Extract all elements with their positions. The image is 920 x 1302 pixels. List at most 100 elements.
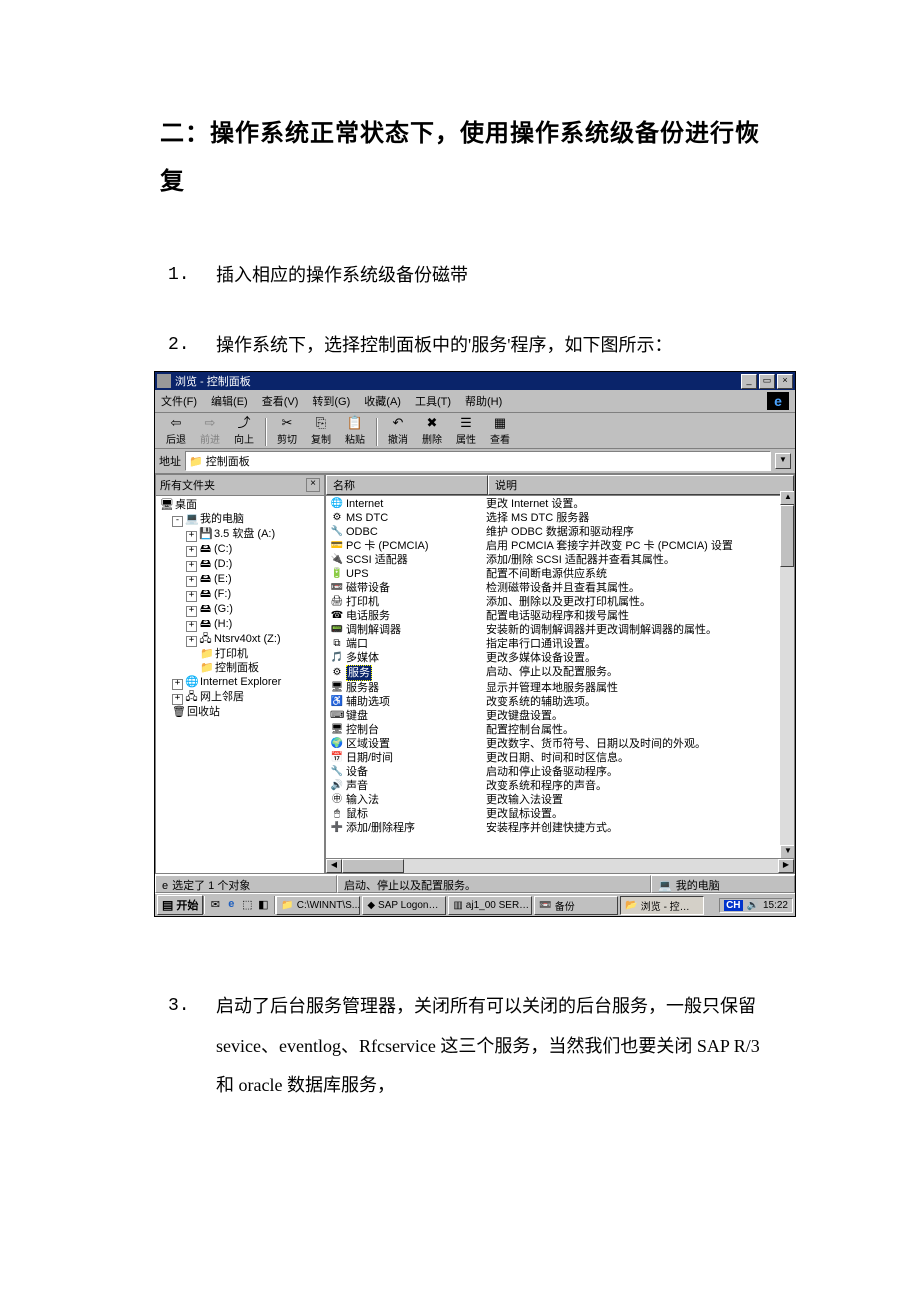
tree-node[interactable]: +🖴(G:) <box>158 602 322 617</box>
views-button[interactable]: ▦查看 <box>483 415 517 446</box>
list-item[interactable]: 🔧ODBC维护 ODBC 数据源和驱动程序 <box>326 525 794 539</box>
list-item[interactable]: 🌐Internet更改 Internet 设置。 <box>326 497 794 511</box>
up-button[interactable]: ⤴向上 <box>227 415 261 446</box>
ime-indicator[interactable]: CH <box>724 900 742 911</box>
tree-node[interactable]: 📁打印机 <box>158 647 322 661</box>
scroll-thumb[interactable] <box>342 859 404 873</box>
list-item[interactable]: ⧉端口指定串行口通讯设置。 <box>326 637 794 651</box>
tree-node[interactable]: +🖴(D:) <box>158 557 322 572</box>
menu-tools[interactable]: 工具(T) <box>415 393 451 409</box>
list-item[interactable]: ☎电话服务配置电话驱动程序和拨号属性 <box>326 609 794 623</box>
menu-file[interactable]: 文件(F) <box>161 393 197 409</box>
list-item[interactable]: 🎵多媒体更改多媒体设备设置。 <box>326 651 794 665</box>
menu-fav[interactable]: 收藏(A) <box>364 393 401 409</box>
list-item[interactable]: ➕添加/删除程序安装程序并创建快捷方式。 <box>326 821 794 835</box>
menu-bar: 文件(F) 编辑(E) 查看(V) 转到(G) 收藏(A) 工具(T) 帮助(H… <box>155 390 795 413</box>
list-item[interactable]: 🖥服务器显示并管理本地服务器属性 <box>326 681 794 695</box>
tree-node[interactable]: +🌐Internet Explorer <box>158 675 322 690</box>
scroll-down-button[interactable]: ▼ <box>780 845 795 859</box>
quicklaunch-icon[interactable]: ◧ <box>256 898 270 912</box>
column-header-desc[interactable]: 说明 <box>488 475 794 495</box>
status-bar: e选定了 1 个对象 启动、停止以及配置服务。 💻我的电脑 <box>155 874 795 893</box>
address-dropdown-button[interactable]: ▼ <box>775 453 791 469</box>
toolbar-separator <box>376 418 377 446</box>
paste-button[interactable]: 📋粘贴 <box>338 415 372 446</box>
list-item[interactable]: 💳PC 卡 (PCMCIA)启用 PCMCIA 套接字并改变 PC 卡 (PCM… <box>326 539 794 553</box>
tree-node[interactable]: +🖴(E:) <box>158 572 322 587</box>
list-item[interactable]: 🔊声音改变系统和程序的声音。 <box>326 779 794 793</box>
toolbar-separator <box>265 418 266 446</box>
volume-icon[interactable]: 🔊 <box>747 900 759 911</box>
undo-button[interactable]: ↶撤消 <box>381 415 415 446</box>
address-input[interactable]: 📁 控制面板 <box>185 451 771 471</box>
start-button[interactable]: ▤ 开始 <box>157 895 203 915</box>
list-item[interactable]: 🔋UPS配置不间断电源供应系统 <box>326 567 794 581</box>
window-icon <box>157 374 171 388</box>
list-item[interactable]: 📼磁带设备检测磁带设备并且查看其属性。 <box>326 581 794 595</box>
list-item[interactable]: ♿辅助选项改变系统的辅助选项。 <box>326 695 794 709</box>
list-item[interactable]: ⚙服务启动、停止以及配置服务。 <box>326 665 794 681</box>
vertical-scrollbar[interactable]: ▲ ▼ <box>780 491 794 859</box>
maximize-button[interactable]: ▭ <box>759 374 775 389</box>
copy-button[interactable]: ⎘复制 <box>304 415 338 446</box>
cut-button[interactable]: ✂剪切 <box>270 415 304 446</box>
tree-node[interactable]: 🗑回收站 <box>158 705 322 719</box>
taskbar-task[interactable]: 📼备份 <box>534 896 618 915</box>
window-titlebar[interactable]: 浏览 - 控制面板 _ ▭ × <box>155 372 795 390</box>
list-item[interactable]: 🌍区域设置更改数字、货币符号、日期以及时间的外观。 <box>326 737 794 751</box>
list-item[interactable]: 📟调制解调器安装新的调制解调器并更改调制解调器的属性。 <box>326 623 794 637</box>
tree-node[interactable]: +🖧网上邻居 <box>158 690 322 705</box>
column-header-name[interactable]: 名称 <box>326 475 488 495</box>
scroll-thumb[interactable] <box>780 505 794 567</box>
taskbar-task[interactable]: ◆SAP Logon… <box>362 896 446 915</box>
system-tray: CH 🔊 15:22 <box>719 898 793 913</box>
step-number: 2. <box>160 326 216 366</box>
taskbar-task[interactable]: 📁C:\WINNT\S... <box>276 896 360 915</box>
tree-node[interactable]: 🖥桌面 <box>158 498 322 512</box>
quicklaunch-ie-icon[interactable]: e <box>224 898 238 912</box>
list-item[interactable]: 📅日期/时间更改日期、时间和时区信息。 <box>326 751 794 765</box>
menu-view[interactable]: 查看(V) <box>262 393 299 409</box>
list-item[interactable]: ⚙MS DTC选择 MS DTC 服务器 <box>326 511 794 525</box>
horizontal-scrollbar[interactable]: ◀ ▶ <box>326 858 794 873</box>
tree-node[interactable]: +💾3.5 软盘 (A:) <box>158 527 322 542</box>
tree-node[interactable]: 📁控制面板 <box>158 661 322 675</box>
scroll-left-button[interactable]: ◀ <box>326 859 342 873</box>
minimize-button[interactable]: _ <box>741 374 757 389</box>
step-text: 启动了后台服务管理器，关闭所有可以关闭的后台服务，一般只保留 sevice、ev… <box>216 987 760 1106</box>
taskbar-task[interactable]: 📂浏览 - 控… <box>620 896 704 915</box>
quicklaunch-icon[interactable]: ⬚ <box>240 898 254 912</box>
list-item[interactable]: 🖥控制台配置控制台属性。 <box>326 723 794 737</box>
list-item[interactable]: ㊥输入法更改输入法设置 <box>326 793 794 807</box>
section-heading: 二：操作系统正常状态下，使用操作系统级备份进行恢复 <box>160 110 760 206</box>
folder-tree-pane: 所有文件夹 × 🖥桌面-💻我的电脑+💾3.5 软盘 (A:)+🖴(C:)+🖴(D… <box>155 474 325 874</box>
list-item[interactable]: ⌨键盘更改键盘设置。 <box>326 709 794 723</box>
clock[interactable]: 15:22 <box>763 900 788 911</box>
tree-node[interactable]: +🖴(C:) <box>158 542 322 557</box>
tree-node[interactable]: +🖴(H:) <box>158 617 322 632</box>
scroll-right-button[interactable]: ▶ <box>778 859 794 873</box>
tree-node[interactable]: +🖴(F:) <box>158 587 322 602</box>
menu-goto[interactable]: 转到(G) <box>312 393 350 409</box>
screenshot-control-panel: 浏览 - 控制面板 _ ▭ × 文件(F) 编辑(E) 查看(V) 转到(G) … <box>154 371 796 917</box>
taskbar-task[interactable]: ▥aj1_00 SER… <box>448 896 532 915</box>
status-selection: 选定了 1 个对象 <box>172 880 250 892</box>
close-button[interactable]: × <box>777 374 793 389</box>
list-pane: 名称 说明 🌐Internet更改 Internet 设置。⚙MS DTC选择 … <box>325 474 795 874</box>
properties-button[interactable]: ☰属性 <box>449 415 483 446</box>
list-item[interactable]: 🖨打印机添加、删除以及更改打印机属性。 <box>326 595 794 609</box>
menu-help[interactable]: 帮助(H) <box>465 393 502 409</box>
back-button[interactable]: ⇦后退 <box>159 415 193 446</box>
list-item[interactable]: 🔌SCSI 适配器添加/删除 SCSI 适配器并查看其属性。 <box>326 553 794 567</box>
list-item[interactable]: 🔧设备启动和停止设备驱动程序。 <box>326 765 794 779</box>
delete-button[interactable]: ✖删除 <box>415 415 449 446</box>
tree-node[interactable]: -💻我的电脑 <box>158 512 322 527</box>
window-title: 浏览 - 控制面板 <box>175 373 741 389</box>
menu-edit[interactable]: 编辑(E) <box>211 393 248 409</box>
scroll-up-button[interactable]: ▲ <box>780 491 795 505</box>
quicklaunch-icon[interactable]: ✉ <box>208 898 222 912</box>
address-bar: 地址 📁 控制面板 ▼ <box>155 449 795 474</box>
close-tree-button[interactable]: × <box>306 478 320 492</box>
list-item[interactable]: 🖱鼠标更改鼠标设置。 <box>326 807 794 821</box>
tree-node[interactable]: +🖧Ntsrv40xt (Z:) <box>158 632 322 647</box>
